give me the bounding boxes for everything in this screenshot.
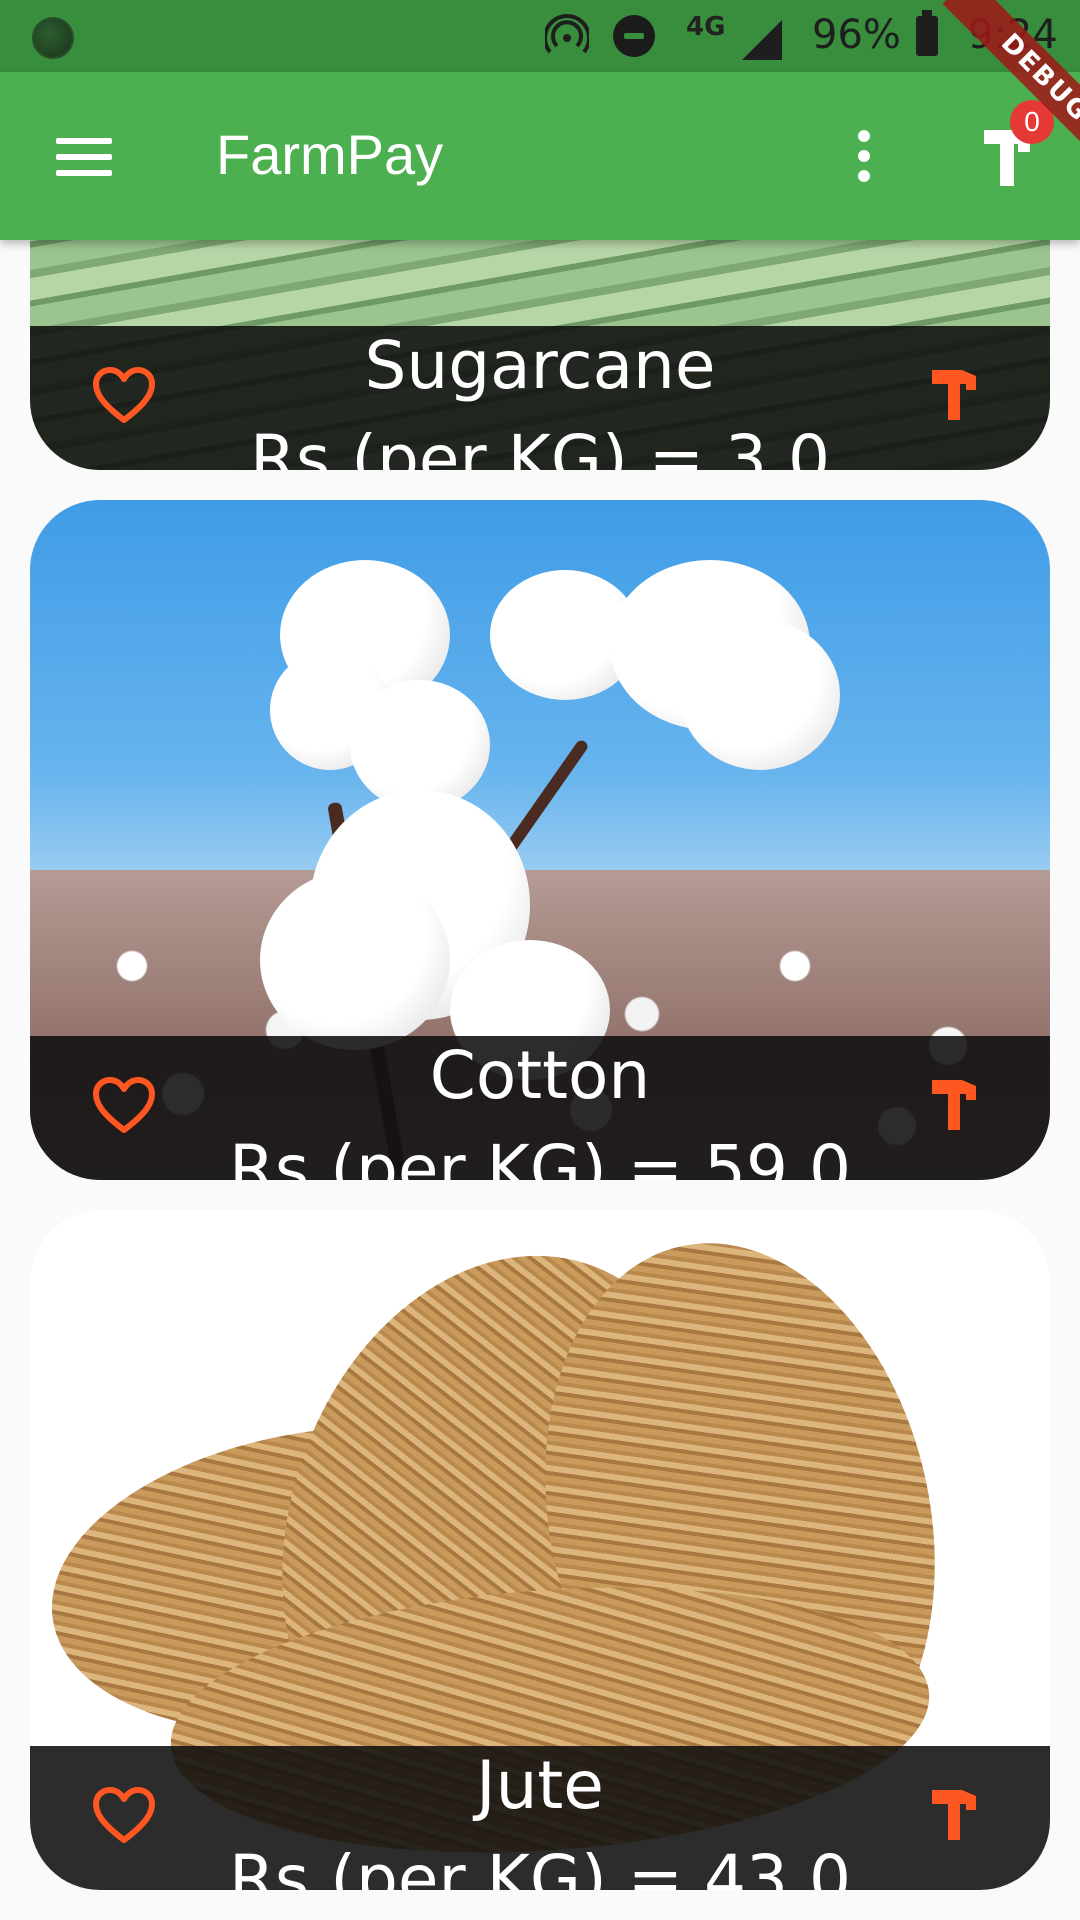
crop-price: Rs.(per KG) = 59.0 bbox=[229, 1131, 851, 1181]
card-caption: Jute Rs.(per KG) = 43.0 bbox=[30, 1746, 1050, 1890]
hammer-icon[interactable] bbox=[928, 364, 980, 420]
more-vert-icon[interactable] bbox=[852, 126, 876, 186]
notification-icon bbox=[32, 17, 74, 59]
hotspot-icon bbox=[545, 14, 589, 54]
crop-price: Rs.(per KG) = 43.0 bbox=[229, 1841, 851, 1891]
crop-name: Sugarcane bbox=[364, 327, 716, 404]
status-bar: 4G 96% 9:24 bbox=[0, 0, 1080, 72]
crop-card-cotton[interactable]: Cotton Rs.(per KG) = 59.0 bbox=[30, 500, 1050, 1180]
crop-card-jute[interactable]: Jute Rs.(per KG) = 43.0 bbox=[30, 1210, 1050, 1890]
network-type: 4G bbox=[686, 12, 726, 42]
app-title: FarmPay bbox=[216, 123, 444, 186]
hammer-icon[interactable] bbox=[928, 1784, 980, 1840]
crop-name: Cotton bbox=[429, 1037, 651, 1114]
signal-icon bbox=[742, 20, 782, 60]
card-caption: Cotton Rs.(per KG) = 59.0 bbox=[30, 1036, 1050, 1180]
menu-icon[interactable] bbox=[56, 138, 112, 178]
battery-icon bbox=[916, 10, 938, 56]
hammer-icon[interactable] bbox=[928, 1074, 980, 1130]
card-caption: Sugarcane Rs.(per KG) = 3.0 bbox=[30, 326, 1050, 470]
crop-price: Rs.(per KG) = 3.0 bbox=[250, 421, 830, 471]
do-not-disturb-icon bbox=[613, 15, 655, 57]
crop-name: Jute bbox=[476, 1747, 604, 1824]
app-bar: FarmPay 0 bbox=[0, 72, 1080, 240]
battery-percent: 96% bbox=[812, 12, 901, 58]
